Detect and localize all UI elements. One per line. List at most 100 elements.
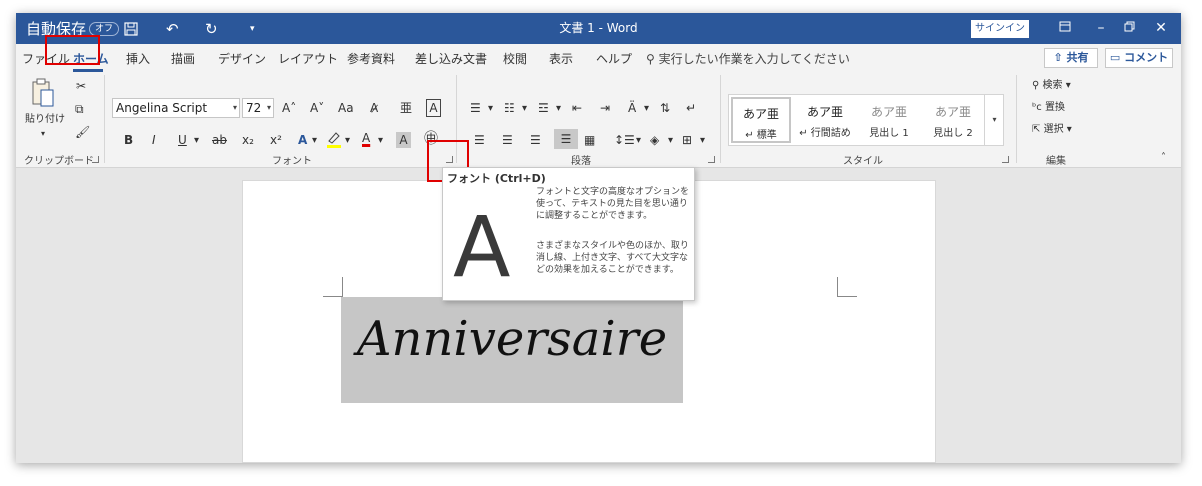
comment-button[interactable]: ▭ コメント [1105,48,1173,68]
tooltip-description: さまざまなスタイルや色のほか、取り消し線、上付き文字、すべて大文字などの効果を加… [536,241,689,275]
tab-mailings[interactable]: 差し込み文書 [415,50,487,67]
tab-draw[interactable]: 描画 [171,50,195,67]
find-button[interactable]: ⚲ 検索 ▾ [1032,78,1071,94]
shading-icon[interactable]: ◈ [650,132,659,148]
copy-icon[interactable]: ⧉ [75,101,84,117]
signin-button[interactable]: サインイン [971,20,1029,38]
document-text[interactable]: Anniversaire [341,311,683,367]
tab-layout[interactable]: レイアウト [278,50,338,67]
superscript-button[interactable]: x² [270,132,282,148]
multilevel-list-icon[interactable]: ☲ [538,100,549,116]
style-preview: あア亜 [806,105,843,119]
borders-icon[interactable]: ⊞ [682,132,692,148]
underline-button[interactable]: U [178,132,187,148]
restore-icon[interactable] [1112,13,1146,44]
ribbon-tabs: ファイル ホーム 挿入 描画 デザイン レイアウト 参考資料 差し込み文書 校閲… [16,44,1181,72]
paste-dropdown-icon[interactable]: ▾ [41,126,45,142]
text-direction-icon[interactable]: Ä [628,100,636,116]
bold-button[interactable]: B [124,132,133,148]
strikethrough-button[interactable]: ab [212,132,227,148]
close-icon[interactable]: ✕ [1144,13,1178,44]
align-left-icon[interactable]: ☰ [474,132,485,148]
tell-me-search[interactable]: ⚲ 実行したい作業を入力してください [646,50,850,67]
margin-corner-mark [323,277,343,297]
group-separator [104,75,105,163]
tab-references[interactable]: 参考資料 [347,50,395,67]
share-button[interactable]: ⇧ 共有 [1044,48,1098,68]
numbering-icon[interactable]: ☷ [504,100,515,116]
style-normal[interactable]: あア亜 ↵ 標準 [731,97,791,143]
ribbon-home: 貼り付け ▾ ✂ ⧉ 🖌 クリップボード Angelina Script ▾ 7… [16,72,1181,168]
show-marks-icon[interactable]: ↵ [686,100,696,116]
cut-icon[interactable]: ✂ [76,78,86,94]
font-color-dropdown-icon[interactable]: ▾ [378,133,383,149]
tab-design[interactable]: デザイン [218,50,266,67]
highlight-dropdown-icon[interactable]: ▾ [345,133,350,149]
style-heading-1[interactable]: あア亜 見出し 1 [859,97,919,143]
tab-review[interactable]: 校閲 [503,50,527,67]
font-size-input[interactable]: 72 ▾ [242,98,274,118]
replace-button[interactable]: ᵇc 置換 [1032,100,1065,116]
shading-dropdown-icon[interactable]: ▾ [668,133,673,149]
character-shading-button[interactable]: A [396,132,411,148]
numbering-dropdown-icon[interactable]: ▾ [522,101,527,117]
multilevel-dropdown-icon[interactable]: ▾ [556,101,561,117]
redo-icon[interactable]: ↻ [205,13,218,44]
clear-formatting-icon[interactable]: A̷ [370,100,378,116]
character-border-button[interactable]: A [426,99,441,117]
font-color-button[interactable]: A [362,130,370,146]
grow-font-button[interactable]: A˄ [282,100,296,116]
share-label: 共有 [1066,51,1089,64]
paragraph-launcher-icon[interactable] [708,156,715,163]
phonetic-guide-button[interactable]: 亜 [400,100,412,116]
subscript-button[interactable]: x₂ [242,132,254,148]
format-painter-icon[interactable]: 🖌 [75,124,90,140]
ribbon-display-icon[interactable] [1048,13,1082,44]
style-no-spacing[interactable]: あア亜 ↵ 行間詰め [795,97,855,143]
save-icon[interactable] [124,13,138,44]
underline-dropdown-icon[interactable]: ▾ [194,133,199,149]
search-icon: ⚲ [1032,80,1040,91]
justify-icon[interactable]: ☰ [554,129,578,149]
selected-text-highlight[interactable]: Anniversaire [341,297,683,403]
select-button[interactable]: ⇱ 選択 ▾ [1032,122,1072,138]
tab-help[interactable]: ヘルプ [596,50,632,67]
style-preview: あア亜 [870,105,907,119]
sort-icon[interactable]: ⇅ [660,100,670,116]
tab-view[interactable]: 表示 [549,50,573,67]
styles-group-label: スタイル [843,156,883,167]
customize-qat-icon[interactable]: ▾ [250,13,255,44]
margin-corner-mark [837,277,857,297]
tooltip-title: フォント (Ctrl+D) [447,172,546,185]
highlight-icon[interactable] [326,130,342,152]
paste-icon[interactable] [30,78,56,112]
distributed-icon[interactable]: ▦ [584,132,595,148]
increase-indent-icon[interactable]: ⇥ [600,100,610,116]
tab-insert[interactable]: 挿入 [126,50,150,67]
styles-launcher-icon[interactable] [1002,156,1009,163]
undo-icon[interactable]: ↶ [166,13,179,44]
font-name-value: Angelina Script [116,101,208,115]
shrink-font-button[interactable]: A˅ [310,100,324,116]
line-spacing-dropdown-icon[interactable]: ▾ [636,133,641,149]
text-effects-dropdown-icon[interactable]: ▾ [312,133,317,149]
style-heading-2[interactable]: あア亜 見出し 2 [923,97,983,143]
bullets-icon[interactable]: ☰ [470,100,481,116]
group-separator [1016,75,1017,163]
text-effects-button[interactable]: A [298,132,307,148]
clipboard-launcher-icon[interactable] [92,156,99,163]
text-direction-dropdown-icon[interactable]: ▾ [644,101,649,117]
decrease-indent-icon[interactable]: ⇤ [572,100,582,116]
collapse-ribbon-icon[interactable]: ˄ [1161,150,1166,166]
style-preview: あア亜 [934,105,971,119]
italic-button[interactable]: I [152,132,156,148]
styles-more-icon[interactable]: ▾ [984,94,1004,146]
align-center-icon[interactable]: ☰ [502,132,513,148]
font-name-input[interactable]: Angelina Script ▾ [112,98,240,118]
align-right-icon[interactable]: ☰ [530,132,541,148]
borders-dropdown-icon[interactable]: ▾ [700,133,705,149]
change-case-button[interactable]: Aa [338,100,354,116]
cursor-icon: ⇱ [1032,124,1041,135]
bullets-dropdown-icon[interactable]: ▾ [488,101,493,117]
line-spacing-icon[interactable]: ↕☰ [614,132,635,148]
